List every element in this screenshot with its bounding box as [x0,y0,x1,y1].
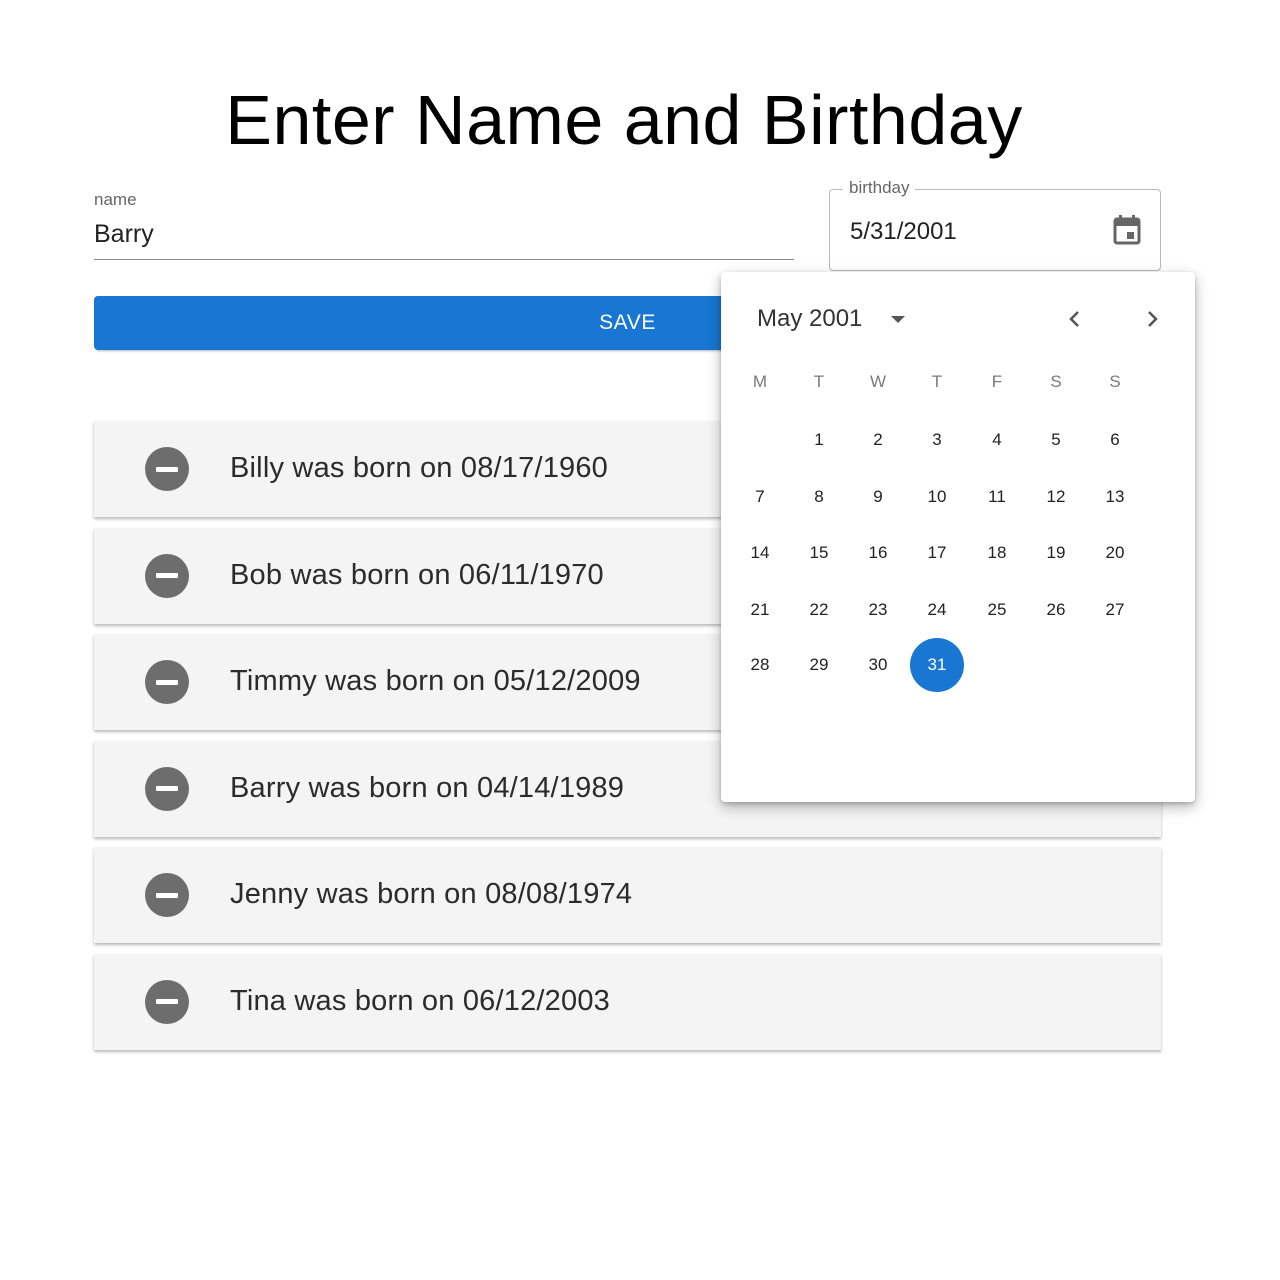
person-text: Billy was born on 08/17/1960 [230,452,609,484]
birthday-field[interactable]: birthday 5/31/2001 [829,178,1161,271]
day-cell[interactable]: 28 [733,638,787,692]
name-input[interactable] [94,220,784,249]
day-cell[interactable]: 9 [851,470,905,524]
day-cell[interactable]: 24 [910,583,964,637]
day-cell[interactable]: 22 [792,583,846,637]
day-cell[interactable]: 25 [970,583,1024,637]
day-cell[interactable]: 8 [792,470,846,524]
day-cell[interactable]: 30 [851,638,905,692]
day-cell[interactable]: 1 [792,413,846,467]
person-text: Barry was born on 04/14/1989 [230,771,625,804]
weekday-header: M [752,372,768,391]
day-cell[interactable]: 17 [910,526,964,580]
remove-circle-icon[interactable] [145,660,189,705]
chevron-left-icon[interactable] [1060,304,1090,334]
weekday-header: S [1109,372,1121,391]
remove-circle-icon[interactable] [145,873,189,918]
weekday-header: W [869,372,887,391]
day-cell[interactable]: 12 [1029,470,1083,524]
day-cell[interactable]: 5 [1029,413,1083,467]
day-cell[interactable]: 10 [910,470,964,524]
page-title: Enter Name and Birthday [225,81,1023,159]
remove-circle-icon[interactable] [145,553,189,598]
remove-circle-icon[interactable] [145,447,189,491]
chevron-right-icon[interactable] [1137,304,1167,334]
day-cell[interactable]: 23 [851,583,905,637]
day-cell[interactable]: 21 [733,583,787,637]
day-cell[interactable]: 19 [1029,526,1083,580]
date-picker-popover: May 2001 M T W T F S S 1 2 3 4 5 6 7 8 9 10 11 12 13 14 15 16 1… [721,272,1195,802]
person-text: Tina was born on 06/12/2003 [230,984,610,1017]
name-label: name [94,190,137,209]
day-cell[interactable]: 15 [792,526,846,580]
person-text: Timmy was born on 05/12/2009 [230,665,641,698]
day-cell[interactable]: 2 [851,413,905,467]
day-cell[interactable]: 14 [733,526,787,580]
day-cell[interactable]: 3 [910,413,964,467]
weekday-header: T [813,372,825,391]
day-cell[interactable]: 13 [1088,470,1142,524]
name-underline [94,259,794,260]
birthday-label: birthday [843,178,916,198]
month-year-label[interactable]: May 2001 [757,305,862,333]
weekday-header: S [1050,372,1062,391]
day-cell[interactable]: 18 [970,526,1024,580]
remove-circle-icon[interactable] [145,979,189,1024]
day-cell[interactable]: 11 [970,470,1024,524]
person-row: Jenny was born on 08/08/1974 [94,847,1161,944]
day-cell[interactable]: 16 [851,526,905,580]
day-cell[interactable]: 27 [1088,583,1142,637]
name-field[interactable]: name [94,186,794,260]
day-cell[interactable]: 7 [733,470,787,524]
day-cell[interactable]: 26 [1029,583,1083,637]
day-cell-selected[interactable]: 31 [910,638,964,692]
day-cell[interactable]: 20 [1088,526,1142,580]
caret-down-icon[interactable] [891,316,905,323]
birthday-input[interactable]: 5/31/2001 [850,218,957,246]
day-cell[interactable]: 29 [792,638,846,692]
person-row: Tina was born on 06/12/2003 [94,953,1161,1050]
day-cell[interactable]: 6 [1088,413,1142,467]
remove-circle-icon[interactable] [145,766,189,811]
calendar-icon[interactable] [1112,214,1142,246]
weekday-header: F [991,372,1003,391]
person-text: Jenny was born on 08/08/1974 [230,878,633,911]
person-text: Bob was born on 06/11/1970 [230,558,604,591]
day-cell[interactable]: 4 [970,413,1024,467]
weekday-header: T [931,372,943,391]
